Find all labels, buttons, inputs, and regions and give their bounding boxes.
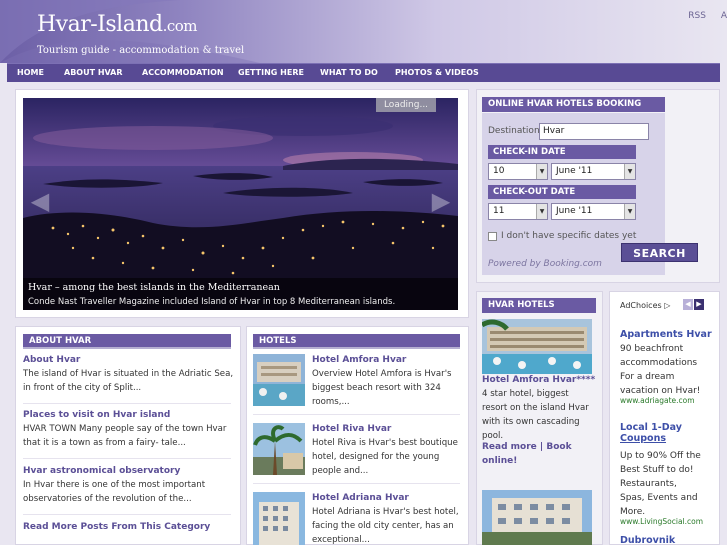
hotel-item-title[interactable]: Hotel Adriana Hvar — [312, 493, 409, 503]
about-item-title[interactable]: Hvar astronomical observatory — [23, 466, 180, 476]
nav-photos-videos[interactable]: PHOTOS & VIDEOS — [395, 68, 479, 77]
chevron-down-icon: ▼ — [624, 164, 635, 179]
featured-hotel-image[interactable] — [482, 319, 592, 374]
featured-hotel-text: 4 star hotel, biggest resort on the islan… — [482, 389, 589, 441]
no-dates-checkbox[interactable] — [488, 232, 497, 241]
chevron-down-icon: ▼ — [536, 204, 547, 219]
hotels-title: HOTELS — [253, 334, 460, 349]
chevron-down-icon: ▼ — [536, 164, 547, 179]
read-more-link[interactable]: Read More Posts From This Category — [23, 522, 210, 532]
hotel-item-text: Overview Hotel Amfora is Hvar's biggest b… — [312, 369, 452, 407]
ad-prev-icon[interactable]: ◀ — [683, 299, 693, 310]
chevron-down-icon: ▼ — [624, 204, 635, 219]
search-button[interactable]: SEARCH — [621, 243, 698, 262]
slideshow[interactable]: ◀ ▶ Loading... Hvar – among the best isl… — [23, 98, 458, 310]
about-item-text: The island of Hvar is situated in the Ad… — [23, 369, 234, 393]
hotel-thumbnail[interactable] — [253, 423, 305, 475]
ad-url[interactable]: www.adriagate.com — [620, 396, 695, 405]
site-tagline: Tourism guide - accommodation & travel — [37, 45, 245, 56]
no-dates-label: I don't have specific dates yet — [501, 231, 637, 241]
divider — [253, 483, 460, 484]
adchoices-label[interactable]: AdChoices ▷ — [620, 301, 670, 310]
checkout-day-select[interactable]: 11 ▼ — [488, 203, 548, 220]
slide-next-arrow[interactable]: ▶ — [428, 186, 454, 216]
hotel-thumbnail[interactable] — [253, 492, 305, 545]
site-logo[interactable]: Hvar-Island.com — [37, 12, 198, 37]
main-nav: HOME ABOUT HVAR ACCOMMODATION GETTING HE… — [7, 63, 720, 82]
divider — [253, 414, 460, 415]
read-more-book-link[interactable]: Read more | Book — [482, 442, 572, 452]
hotel-thumbnail[interactable] — [253, 354, 305, 406]
ad-text: Up to 90% Off the Best Stuff to do! Restau… — [620, 451, 701, 517]
destination-input[interactable]: Hvar — [539, 123, 649, 140]
adchoices-icon: ▷ — [664, 301, 671, 310]
ad-url[interactable]: www.LivingSocial.com — [620, 517, 703, 526]
powered-by: Powered by Booking.com — [488, 259, 602, 269]
nav-what-to-do[interactable]: WHAT TO DO — [320, 68, 378, 77]
site-header: Hvar-Island.com Tourism guide - accommod… — [0, 0, 727, 63]
checkin-label: CHECK-IN DATE — [488, 145, 636, 159]
nav-about-hvar[interactable]: ABOUT HVAR — [64, 68, 123, 77]
hotel-item-text: Hotel Adriana is Hvar's best hotel, facin… — [312, 507, 459, 545]
checkin-month-select[interactable]: June '11 ▼ — [551, 163, 636, 180]
about-item-title[interactable]: Places to visit on Hvar island — [23, 410, 170, 420]
about-item-title[interactable]: About Hvar — [23, 355, 80, 365]
checkin-day-select[interactable]: 10 ▼ — [488, 163, 548, 180]
nav-home[interactable]: HOME — [17, 68, 44, 77]
ad-next-icon[interactable]: ▶ — [694, 299, 704, 310]
slide-prev-arrow[interactable]: ◀ — [27, 186, 53, 216]
ad-title[interactable]: Dubrovnik — [620, 535, 675, 545]
hvar-hotels-title: HVAR HOTELS — [482, 298, 596, 313]
divider — [23, 403, 231, 404]
hotel-image[interactable] — [482, 490, 592, 545]
slide-description: Conde Nast Traveller Magazine included I… — [28, 297, 396, 307]
checkout-month-select[interactable]: June '11 ▼ — [551, 203, 636, 220]
about-item-text: HVAR TOWN Many people say of the town Hv… — [23, 424, 227, 448]
book-online-link[interactable]: online! — [482, 456, 517, 466]
destination-label: Destination — [488, 126, 540, 136]
nav-accommodation[interactable]: ACCOMMODATION — [142, 68, 224, 77]
divider — [23, 458, 231, 459]
ad-title[interactable]: Local 1-Day Coupons — [620, 422, 682, 444]
hotel-item-title[interactable]: Hotel Amfora Hvar — [312, 355, 406, 365]
featured-hotel-title[interactable]: Hotel Amfora Hvar**** — [482, 375, 595, 385]
checkout-label: CHECK-OUT DATE — [488, 185, 636, 199]
about-item-text: In Hvar there is one of the most importa… — [23, 480, 206, 504]
rss-link[interactable]: RSS — [688, 11, 706, 21]
divider — [23, 514, 231, 515]
loading-indicator: Loading... — [376, 98, 436, 112]
top-links: RSS A — [676, 11, 727, 21]
nav-getting-here[interactable]: GETTING HERE — [238, 68, 304, 77]
hotel-item-text: Hotel Riva is Hvar's best boutique hotel,… — [312, 438, 458, 476]
booking-title: ONLINE HVAR HOTELS BOOKING — [482, 97, 665, 112]
hotel-item-title[interactable]: Hotel Riva Hvar — [312, 424, 391, 434]
top-link-a[interactable]: A — [721, 11, 727, 21]
about-title: ABOUT HVAR — [23, 334, 231, 349]
slide-title: Hvar – among the best islands in the Med… — [28, 282, 280, 293]
ad-title[interactable]: Apartments Hvar — [620, 329, 712, 340]
ad-text: 90 beachfront accommodations For a dream va… — [620, 344, 701, 396]
